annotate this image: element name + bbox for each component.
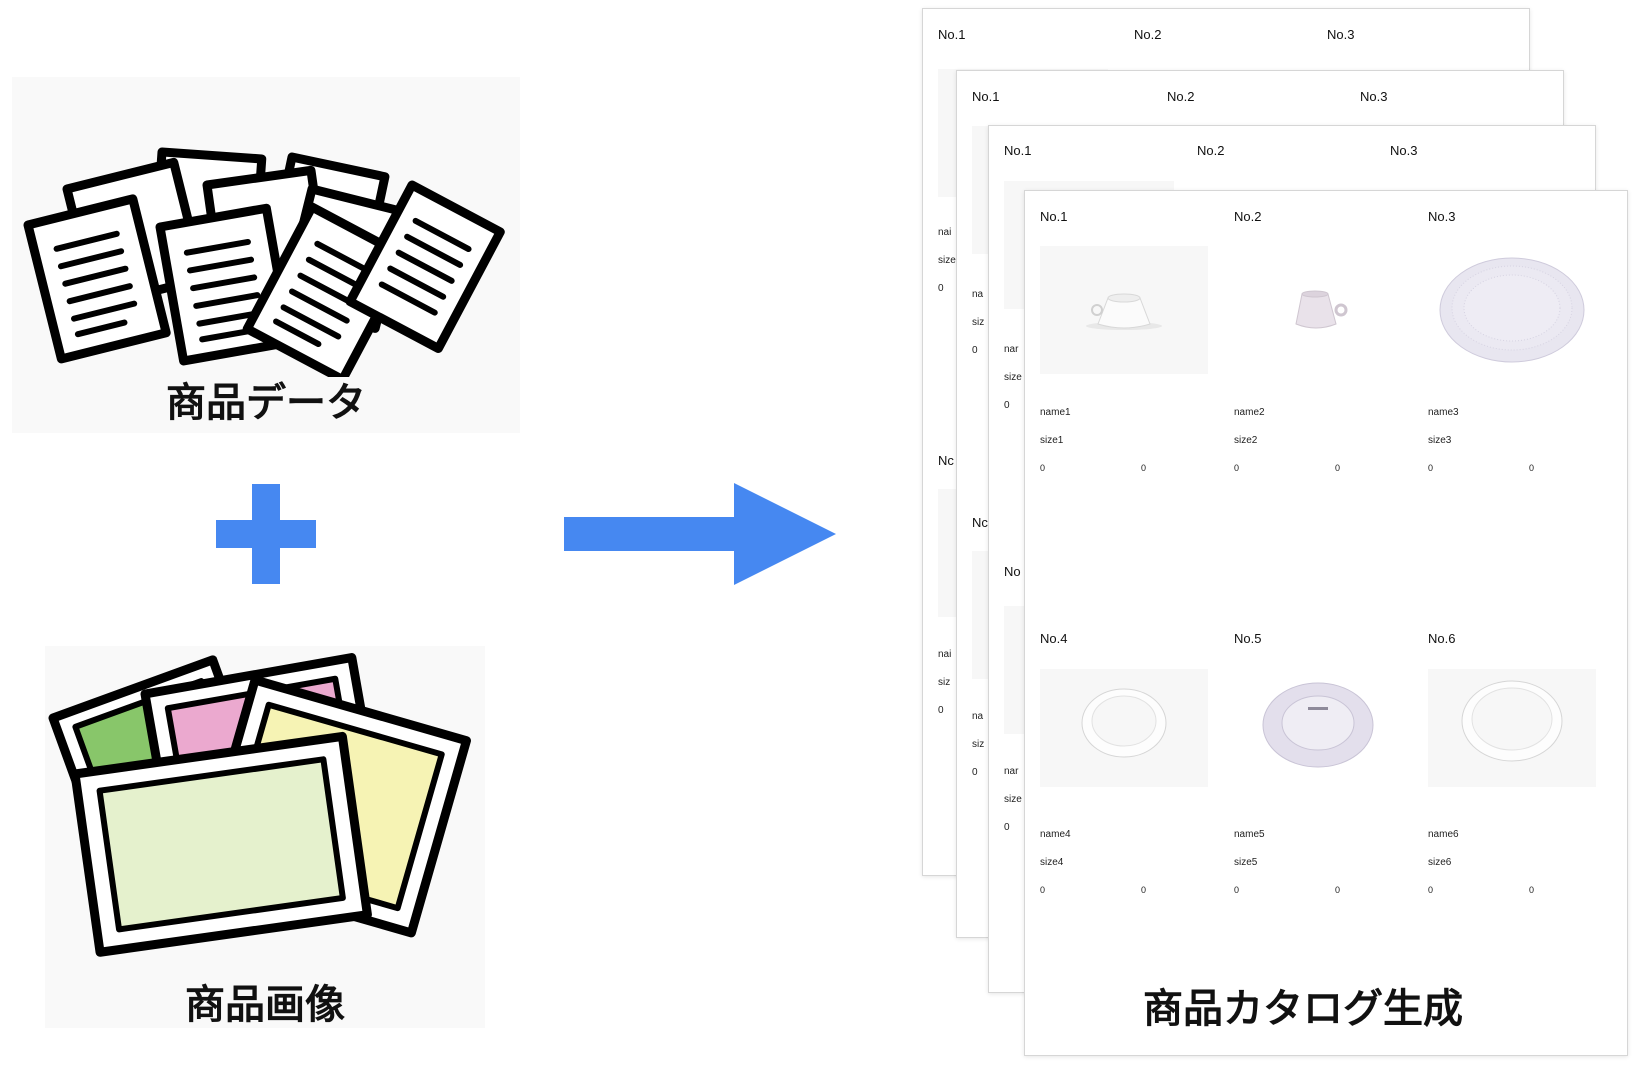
product-value-b: 0 [1335, 463, 1341, 473]
partial-value-label: 0 [938, 283, 944, 294]
page-header-no2: No.2 [1197, 143, 1225, 158]
arrow-right-icon [564, 483, 836, 585]
partial-value-label: 0 [938, 705, 944, 716]
page-header-no3: No.3 [1327, 27, 1355, 42]
product-value-a: 0 [1234, 885, 1240, 895]
partial-no-label: Nc [938, 453, 954, 468]
partial-value-label: 0 [972, 767, 978, 778]
page-header-no1: No.1 [938, 27, 966, 42]
product-image-plate-ribbed [1428, 246, 1596, 374]
product-number: No.4 [1040, 631, 1068, 646]
partial-name-label: nai [938, 227, 952, 238]
partial-value-label: 0 [1004, 400, 1010, 411]
partial-size-label: siz [972, 739, 985, 750]
partial-size-label: size [1004, 372, 1022, 383]
documents-icon [23, 147, 505, 377]
partial-no-label: No [1004, 564, 1021, 579]
product-images-label: 商品画像 [185, 982, 345, 1028]
product-number: No.3 [1428, 209, 1456, 224]
partial-name-label: na [972, 289, 984, 300]
product-image-cup [1040, 246, 1208, 374]
product-size: size6 [1428, 857, 1452, 868]
catalog-page-front: No.1 name1 size1 0 0 No.2 name2 size2 0 … [1024, 190, 1628, 1056]
product-value-b: 0 [1529, 885, 1535, 895]
plus-icon-vertical [252, 484, 280, 584]
product-number: No.1 [1040, 209, 1068, 224]
partial-no-label: Nc [972, 515, 988, 530]
product-value-a: 0 [1040, 463, 1046, 473]
product-image-plate [1040, 669, 1208, 787]
product-name: name3 [1428, 407, 1459, 418]
partial-value-label: 0 [972, 345, 978, 356]
product-number: No.5 [1234, 631, 1262, 646]
partial-name-label: na [972, 711, 984, 722]
product-name: name1 [1040, 407, 1071, 418]
product-data-label: 商品データ [166, 380, 366, 426]
product-name: name5 [1234, 829, 1265, 840]
product-image-plate-back [1234, 669, 1402, 787]
page-header-no3: No.3 [1360, 89, 1388, 104]
product-size: size5 [1234, 857, 1258, 868]
product-size: size1 [1040, 435, 1064, 446]
partial-size-label: size [1004, 794, 1022, 805]
partial-size-label: size [938, 255, 956, 266]
product-size: size4 [1040, 857, 1064, 868]
page-header-no2: No.2 [1167, 89, 1195, 104]
product-value-b: 0 [1141, 463, 1147, 473]
product-value-b: 0 [1335, 885, 1341, 895]
page-header-no1: No.1 [1004, 143, 1032, 158]
partial-size-label: siz [938, 677, 951, 688]
product-data-panel: 商品データ [12, 77, 520, 433]
page-header-no1: No.1 [972, 89, 1000, 104]
product-value-a: 0 [1040, 885, 1046, 895]
partial-name-label: nar [1004, 766, 1019, 777]
product-name: name4 [1040, 829, 1071, 840]
catalog-generation-title: 商品カタログ生成 [1143, 986, 1463, 1032]
product-size: size3 [1428, 435, 1452, 446]
product-name: name6 [1428, 829, 1459, 840]
product-value-a: 0 [1428, 463, 1434, 473]
product-image-cup [1234, 246, 1402, 374]
product-value-b: 0 [1141, 885, 1147, 895]
page-header-no3: No.3 [1390, 143, 1418, 158]
partial-name-label: nar [1004, 344, 1019, 355]
product-image-plate [1428, 669, 1596, 787]
product-number: No.2 [1234, 209, 1262, 224]
product-size: size2 [1234, 435, 1258, 446]
photos-icon [48, 653, 471, 957]
product-name: name2 [1234, 407, 1265, 418]
product-value-a: 0 [1428, 885, 1434, 895]
product-number: No.6 [1428, 631, 1456, 646]
partial-size-label: siz [972, 317, 985, 328]
partial-value-label: 0 [1004, 822, 1010, 833]
product-value-b: 0 [1529, 463, 1535, 473]
partial-name-label: nai [938, 649, 952, 660]
product-value-a: 0 [1234, 463, 1240, 473]
product-images-panel: 商品画像 [45, 646, 485, 1028]
page-header-no2: No.2 [1134, 27, 1162, 42]
